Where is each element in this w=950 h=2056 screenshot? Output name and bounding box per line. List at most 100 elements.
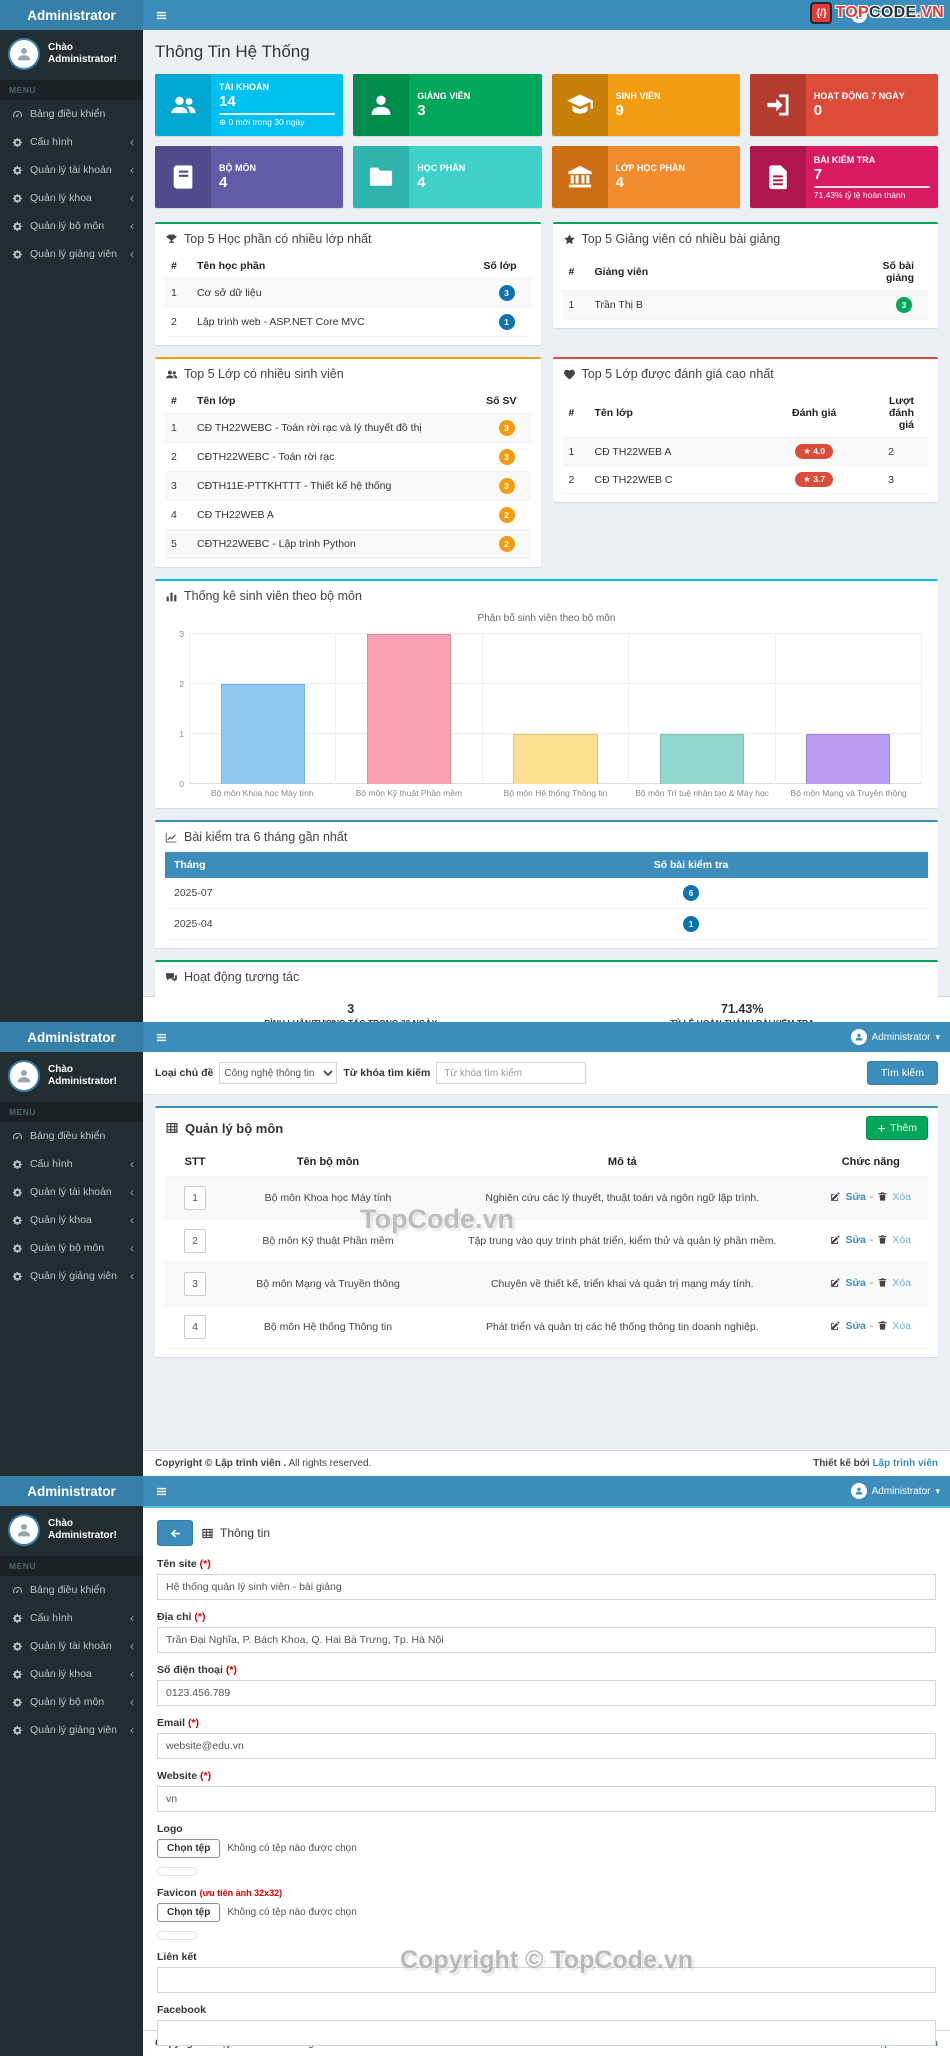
back-button[interactable] [157, 1520, 193, 1546]
bar-chart: 0123 [189, 634, 922, 784]
sidebar-item-3[interactable]: Quản lý tài khoản‹ [0, 156, 143, 184]
caret-down-icon: ▾ [935, 1032, 940, 1043]
delete-button[interactable]: Xóa [892, 1191, 911, 1203]
topic-select[interactable]: Công nghệ thông tin [219, 1062, 337, 1084]
delete-button[interactable]: Xóa [892, 1277, 911, 1289]
department-description: Tập trung vào quy trình phát triển, kiểm… [431, 1220, 814, 1263]
page-title: Thông Tin Hệ Thống [155, 42, 938, 62]
tile-label: HOẠT ĐỘNG 7 NGÀY [814, 91, 930, 101]
stat-tile-2: GIẢNG VIÊN3 [353, 74, 541, 136]
sidebar-toggle-button[interactable] [143, 1022, 180, 1052]
sidebar-item-3[interactable]: Quản lý tài khoản‹ [0, 1632, 143, 1660]
top-rated-panel: Top 5 Lớp được đánh giá cao nhất #Tên lớ… [553, 357, 939, 502]
edit-button[interactable]: Sửa [845, 1320, 865, 1332]
chart-x-label: Bộ môn Kỹ thuật Phần mềm [336, 788, 483, 798]
sidebar-item-2[interactable]: Cấu hình‹ [0, 1150, 143, 1178]
table-icon [201, 1527, 214, 1540]
tile-label: BÀI KIỂM TRA [814, 155, 930, 165]
sidebar-item-4[interactable]: Quản lý khoa‹ [0, 1206, 143, 1234]
sidebar-item-6[interactable]: Quản lý giảng viên‹ [0, 240, 143, 268]
sidebar-item-1[interactable]: Bảng điều khiển [0, 1576, 143, 1604]
sidebar-toggle-button[interactable] [143, 1476, 180, 1506]
comments-icon [165, 971, 178, 984]
site-name-input[interactable] [157, 1574, 936, 1600]
sidebar-item-6[interactable]: Quản lý giảng viên‹ [0, 1716, 143, 1744]
edit-button[interactable]: Sửa [845, 1234, 865, 1246]
edit-button[interactable]: Sửa [845, 1277, 865, 1289]
favicon-label: Favicon (ưu tiên ảnh 32x32) [157, 1887, 936, 1899]
designer-link[interactable]: Lập trình viên [872, 1458, 938, 1469]
row-number: 2 [184, 1229, 206, 1253]
pencil-icon [830, 1277, 841, 1288]
chart-bar-4 [660, 734, 744, 784]
brand-logo[interactable]: Administrator [0, 0, 143, 30]
row-number: 3 [184, 1272, 206, 1296]
logo-preview-placeholder [157, 1867, 197, 1876]
arrow-left-icon [169, 1527, 182, 1540]
table-row: 5CĐTH22WEBC - Lập trình Python2 [165, 530, 531, 559]
favicon-preview-placeholder [157, 1931, 197, 1940]
facebook-input[interactable] [157, 2020, 936, 2046]
sidebar-item-5[interactable]: Quản lý bộ môn‹ [0, 1688, 143, 1716]
user-menu[interactable]: Administrator ▾ [841, 1476, 950, 1506]
search-button[interactable]: Tìm kiếm [867, 1061, 938, 1085]
site-name-label: Tên site (*) [157, 1558, 936, 1570]
plus-icon [877, 1124, 886, 1133]
favicon-file-status: Không có tệp nào được chọn [227, 1907, 356, 1918]
table-row: 2CĐTH22WEBC - Toán rời rạc3 [165, 443, 531, 472]
tile-description: 71.43% tỷ lệ hoàn thành [814, 190, 930, 200]
gears-icon [12, 1215, 23, 1226]
logo-choose-file-button[interactable]: Chọn tệp [157, 1839, 220, 1858]
sidebar: Chào Administrator! MENU Bảng điều khiển… [0, 1506, 143, 2056]
sidebar-item-label: Quản lý tài khoản [30, 1186, 112, 1198]
sidebar-item-5[interactable]: Quản lý bộ môn‹ [0, 1234, 143, 1262]
gears-icon [12, 1669, 23, 1680]
trash-icon [877, 1234, 888, 1245]
star-icon [563, 233, 576, 246]
phone-input[interactable] [157, 1680, 936, 1706]
sidebar-item-4[interactable]: Quản lý khoa‹ [0, 1660, 143, 1688]
chevron-left-icon: ‹ [130, 192, 134, 204]
favicon-choose-file-button[interactable]: Chọn tệp [157, 1903, 220, 1922]
email-label: Email (*) [157, 1717, 936, 1729]
chart-x-label: Bộ môn Hệ thống Thông tin [482, 788, 629, 798]
sidebar-item-label: Quản lý bộ môn [30, 1242, 104, 1254]
tile-label: GIẢNG VIÊN [417, 91, 533, 101]
sidebar-item-2[interactable]: Cấu hình‹ [0, 1604, 143, 1632]
user-menu[interactable]: Administrator ▾ [841, 1022, 950, 1052]
email-input[interactable] [157, 1733, 936, 1759]
footer: Copyright © Lập trình viên . All rights … [143, 1450, 950, 1476]
delete-button[interactable]: Xóa [892, 1320, 911, 1332]
chart-bar-5 [806, 734, 890, 784]
users-icon [165, 368, 178, 381]
tests-panel: Bài kiểm tra 6 tháng gần nhất ThángSố bà… [155, 820, 938, 948]
website-input[interactable] [157, 1786, 936, 1812]
sidebar-item-1[interactable]: Bảng điều khiển [0, 1122, 143, 1150]
trophy-icon [165, 233, 178, 246]
sidebar-toggle-button[interactable] [143, 0, 180, 30]
users-icon [169, 91, 197, 119]
topcode-badge-icon: {/} [810, 2, 832, 24]
links-input[interactable] [157, 1967, 936, 1993]
sidebar: Chào Administrator! MENU Bảng điều khiển… [0, 30, 143, 1022]
add-department-button[interactable]: Thêm [866, 1116, 928, 1140]
sidebar-item-6[interactable]: Quản lý giảng viên‹ [0, 1262, 143, 1290]
sidebar-item-1[interactable]: Bảng điều khiển [0, 100, 143, 128]
panel-title: Hoạt động tương tác [184, 970, 299, 984]
tile-label: HỌC PHẦN [417, 163, 533, 173]
sidebar-item-4[interactable]: Quản lý khoa‹ [0, 184, 143, 212]
row-number: 4 [184, 1315, 206, 1339]
top-lecturers-panel: Top 5 Giảng viên có nhiều bài giảng #Giả… [553, 222, 939, 328]
brand-logo[interactable]: Administrator [0, 1022, 143, 1052]
keyword-input[interactable] [436, 1062, 586, 1084]
delete-button[interactable]: Xóa [892, 1234, 911, 1246]
sidebar-item-3[interactable]: Quản lý tài khoản‹ [0, 1178, 143, 1206]
panel-title: Bài kiểm tra 6 tháng gần nhất [184, 830, 347, 844]
chevron-left-icon: ‹ [130, 164, 134, 176]
links-label: Liên kết [157, 1951, 936, 1963]
sidebar-item-5[interactable]: Quản lý bộ môn‹ [0, 212, 143, 240]
edit-button[interactable]: Sửa [845, 1191, 865, 1203]
sidebar-item-2[interactable]: Cấu hình‹ [0, 128, 143, 156]
brand-logo[interactable]: Administrator [0, 1476, 143, 1506]
address-input[interactable] [157, 1627, 936, 1653]
